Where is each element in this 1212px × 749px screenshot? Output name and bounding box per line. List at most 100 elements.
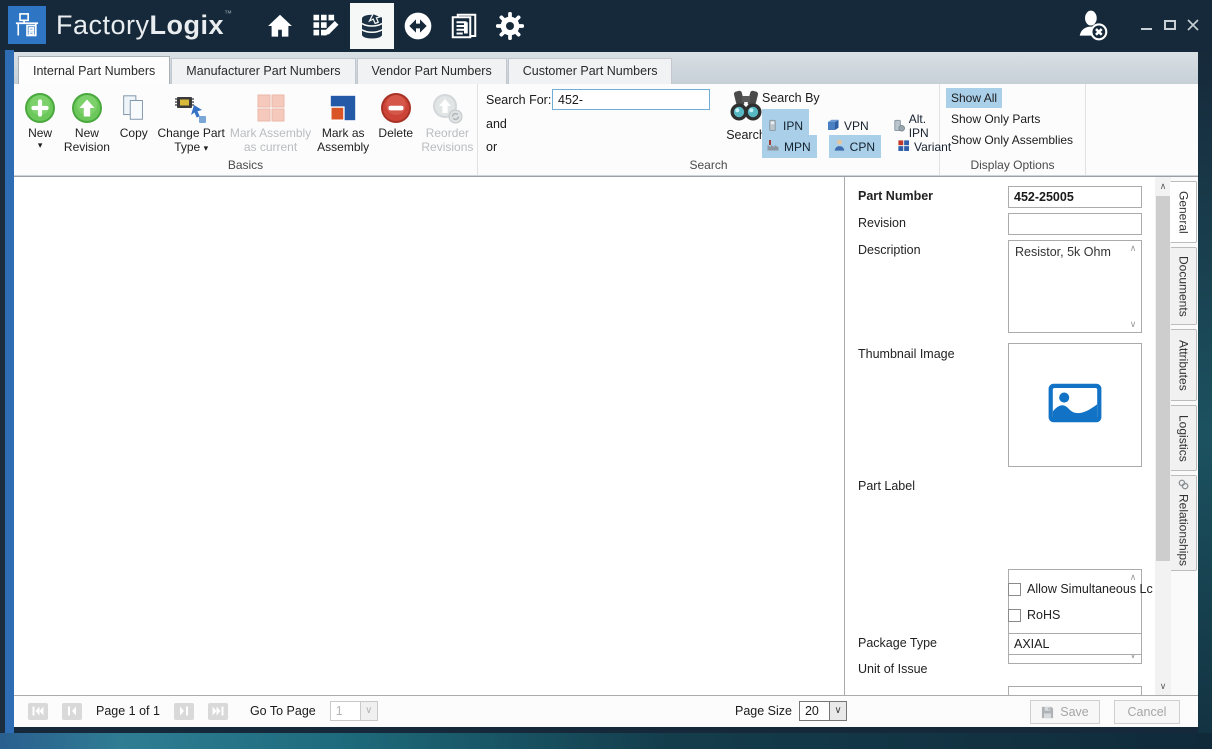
part-number-input[interactable] bbox=[1008, 186, 1142, 208]
reorder-revisions-button[interactable]: Reorder Revisions bbox=[418, 88, 477, 154]
search-for-label: Search For: bbox=[486, 93, 551, 107]
scroll-up-icon[interactable]: ∧ bbox=[1127, 243, 1139, 254]
save-button[interactable]: Save bbox=[1030, 700, 1100, 724]
revision-input[interactable] bbox=[1008, 213, 1142, 235]
rohs-row: RoHS bbox=[1008, 608, 1155, 622]
titlebar: FactoryLogix™ bbox=[0, 0, 1212, 50]
app-logo-icon bbox=[8, 6, 46, 44]
tab-internal-part-numbers[interactable]: Internal Part Numbers bbox=[18, 56, 170, 84]
tab-vendor-part-numbers[interactable]: Vendor Part Numbers bbox=[357, 58, 507, 84]
link-icon bbox=[1178, 479, 1189, 490]
toggle-mpn[interactable]: MPN bbox=[762, 135, 817, 158]
logout-user-icon[interactable] bbox=[1073, 5, 1113, 45]
vpn-icon bbox=[826, 118, 840, 135]
reports-icon[interactable] bbox=[442, 3, 486, 49]
package-type-label: Package Type bbox=[858, 636, 937, 650]
copy-button[interactable]: Copy bbox=[114, 88, 154, 140]
app-title: FactoryLogix™ bbox=[56, 9, 233, 41]
dropdown-caret-icon: ▾ bbox=[204, 143, 209, 153]
client-area: Internal Part Numbers Manufacturer Part … bbox=[14, 52, 1198, 727]
revision-label: Revision bbox=[858, 216, 906, 230]
chevron-down-icon[interactable]: ∨ bbox=[829, 702, 846, 720]
mpn-icon bbox=[766, 138, 780, 155]
description-label: Description bbox=[858, 243, 921, 257]
scrollbar-thumb[interactable] bbox=[1156, 196, 1170, 561]
dispatch-icon[interactable] bbox=[396, 3, 440, 49]
tab-manufacturer-part-numbers[interactable]: Manufacturer Part Numbers bbox=[171, 58, 355, 84]
toggle-cpn[interactable]: CPN bbox=[829, 135, 881, 158]
side-tab-logistics[interactable]: Logistics bbox=[1171, 405, 1197, 471]
maximize-button[interactable] bbox=[1158, 12, 1181, 38]
search-by-row-2: MPN CPN Variant bbox=[762, 135, 957, 158]
parts-library-icon[interactable] bbox=[350, 3, 394, 49]
go-to-page-select[interactable]: 1 ∨ bbox=[330, 701, 378, 721]
show-all-option[interactable]: Show All bbox=[946, 88, 1002, 108]
page-status: Page 1 of 1 bbox=[96, 704, 160, 718]
search-for-input[interactable] bbox=[552, 89, 710, 110]
description-textarea[interactable]: Resistor, 5k Ohm ∧ ∨ bbox=[1008, 240, 1142, 333]
side-tab-documents[interactable]: Documents bbox=[1171, 247, 1197, 325]
cancel-button[interactable]: Cancel bbox=[1114, 700, 1180, 724]
ipn-icon bbox=[766, 118, 779, 135]
chevron-down-icon: ∨ bbox=[360, 702, 377, 720]
home-icon[interactable] bbox=[258, 3, 302, 49]
close-button[interactable] bbox=[1181, 12, 1204, 38]
tab-customer-part-numbers[interactable]: Customer Part Numbers bbox=[508, 58, 673, 84]
previous-page-button[interactable] bbox=[62, 703, 82, 720]
cpn-icon bbox=[833, 138, 846, 155]
part-number-tabstrip: Internal Part Numbers Manufacturer Part … bbox=[14, 52, 1198, 84]
change-part-type-icon bbox=[174, 90, 208, 126]
rohs-label: RoHS bbox=[1027, 608, 1060, 622]
scrollbar-down-icon[interactable]: ∨ bbox=[1155, 678, 1171, 694]
allow-simultaneous-checkbox[interactable] bbox=[1008, 583, 1021, 596]
side-tab-general[interactable]: General bbox=[1170, 181, 1197, 243]
mark-assembly-as-current-button[interactable]: Mark Assembly as current bbox=[228, 88, 312, 154]
page-size-select[interactable]: 20 ∨ bbox=[799, 701, 847, 721]
show-only-parts-option[interactable]: Show Only Parts bbox=[946, 109, 1045, 129]
minimize-button[interactable] bbox=[1135, 12, 1158, 38]
dropdown-caret-icon: ▾ bbox=[38, 140, 43, 150]
delete-button[interactable]: Delete bbox=[374, 88, 418, 140]
first-page-button[interactable] bbox=[28, 703, 48, 720]
group-label-search: Search bbox=[478, 158, 939, 172]
package-type-input[interactable] bbox=[1008, 633, 1142, 655]
side-tab-relationships[interactable]: Relationships bbox=[1171, 475, 1197, 571]
go-to-page-label: Go To Page bbox=[250, 704, 316, 718]
part-label-label: Part Label bbox=[858, 479, 915, 493]
copy-icon bbox=[119, 90, 149, 126]
search-by-label: Search By bbox=[762, 91, 820, 105]
delete-icon bbox=[380, 90, 412, 126]
scrollbar-up-icon[interactable]: ∧ bbox=[1155, 178, 1171, 194]
ribbon: New ▾ New Revision Copy bbox=[14, 84, 1198, 176]
footer-bar: Page 1 of 1 Go To Page 1 ∨ Page Size 20 … bbox=[14, 695, 1198, 727]
show-only-assemblies-option[interactable]: Show Only Assemblies bbox=[946, 130, 1078, 150]
planning-grid-icon[interactable] bbox=[304, 3, 348, 49]
side-tabstrip: General Documents Attributes Logistics R… bbox=[1171, 177, 1198, 695]
mark-as-assembly-button[interactable]: Mark as Assembly bbox=[313, 88, 374, 154]
group-label-basics: Basics bbox=[14, 158, 477, 172]
group-label-display-options: Display Options bbox=[940, 158, 1085, 172]
search-and-label: and bbox=[486, 117, 507, 131]
next-page-button[interactable] bbox=[174, 703, 194, 720]
ribbon-group-display-options: Show All Show Only Parts Show Only Assem… bbox=[940, 84, 1086, 175]
scroll-down-icon[interactable]: ∨ bbox=[1127, 319, 1139, 330]
last-page-button[interactable] bbox=[208, 703, 228, 720]
allow-simultaneous-label: Allow Simultaneous Lc bbox=[1027, 582, 1153, 596]
content-area: Part Number Revision Description Resisto… bbox=[14, 176, 1198, 695]
new-revision-button[interactable]: New Revision bbox=[60, 88, 114, 154]
settings-gear-icon[interactable] bbox=[488, 3, 532, 49]
window-frame-bottom bbox=[0, 733, 1212, 749]
parts-list-area[interactable] bbox=[14, 177, 845, 695]
titlebar-right bbox=[1073, 5, 1212, 45]
save-disk-icon bbox=[1041, 706, 1054, 719]
new-button[interactable]: New ▾ bbox=[20, 88, 60, 150]
mark-as-assembly-icon bbox=[328, 90, 358, 126]
rohs-checkbox[interactable] bbox=[1008, 609, 1021, 622]
unit-of-issue-label: Unit of Issue bbox=[858, 662, 927, 676]
window-frame-right bbox=[1198, 50, 1212, 749]
change-part-type-button[interactable]: Change Part Type ▾ bbox=[154, 88, 229, 155]
panel-scrollbar[interactable]: ∧ ∨ bbox=[1155, 177, 1171, 695]
thumbnail-image-box[interactable] bbox=[1008, 343, 1142, 467]
alt-ipn-icon bbox=[892, 118, 905, 135]
side-tab-attributes[interactable]: Attributes bbox=[1171, 329, 1197, 401]
